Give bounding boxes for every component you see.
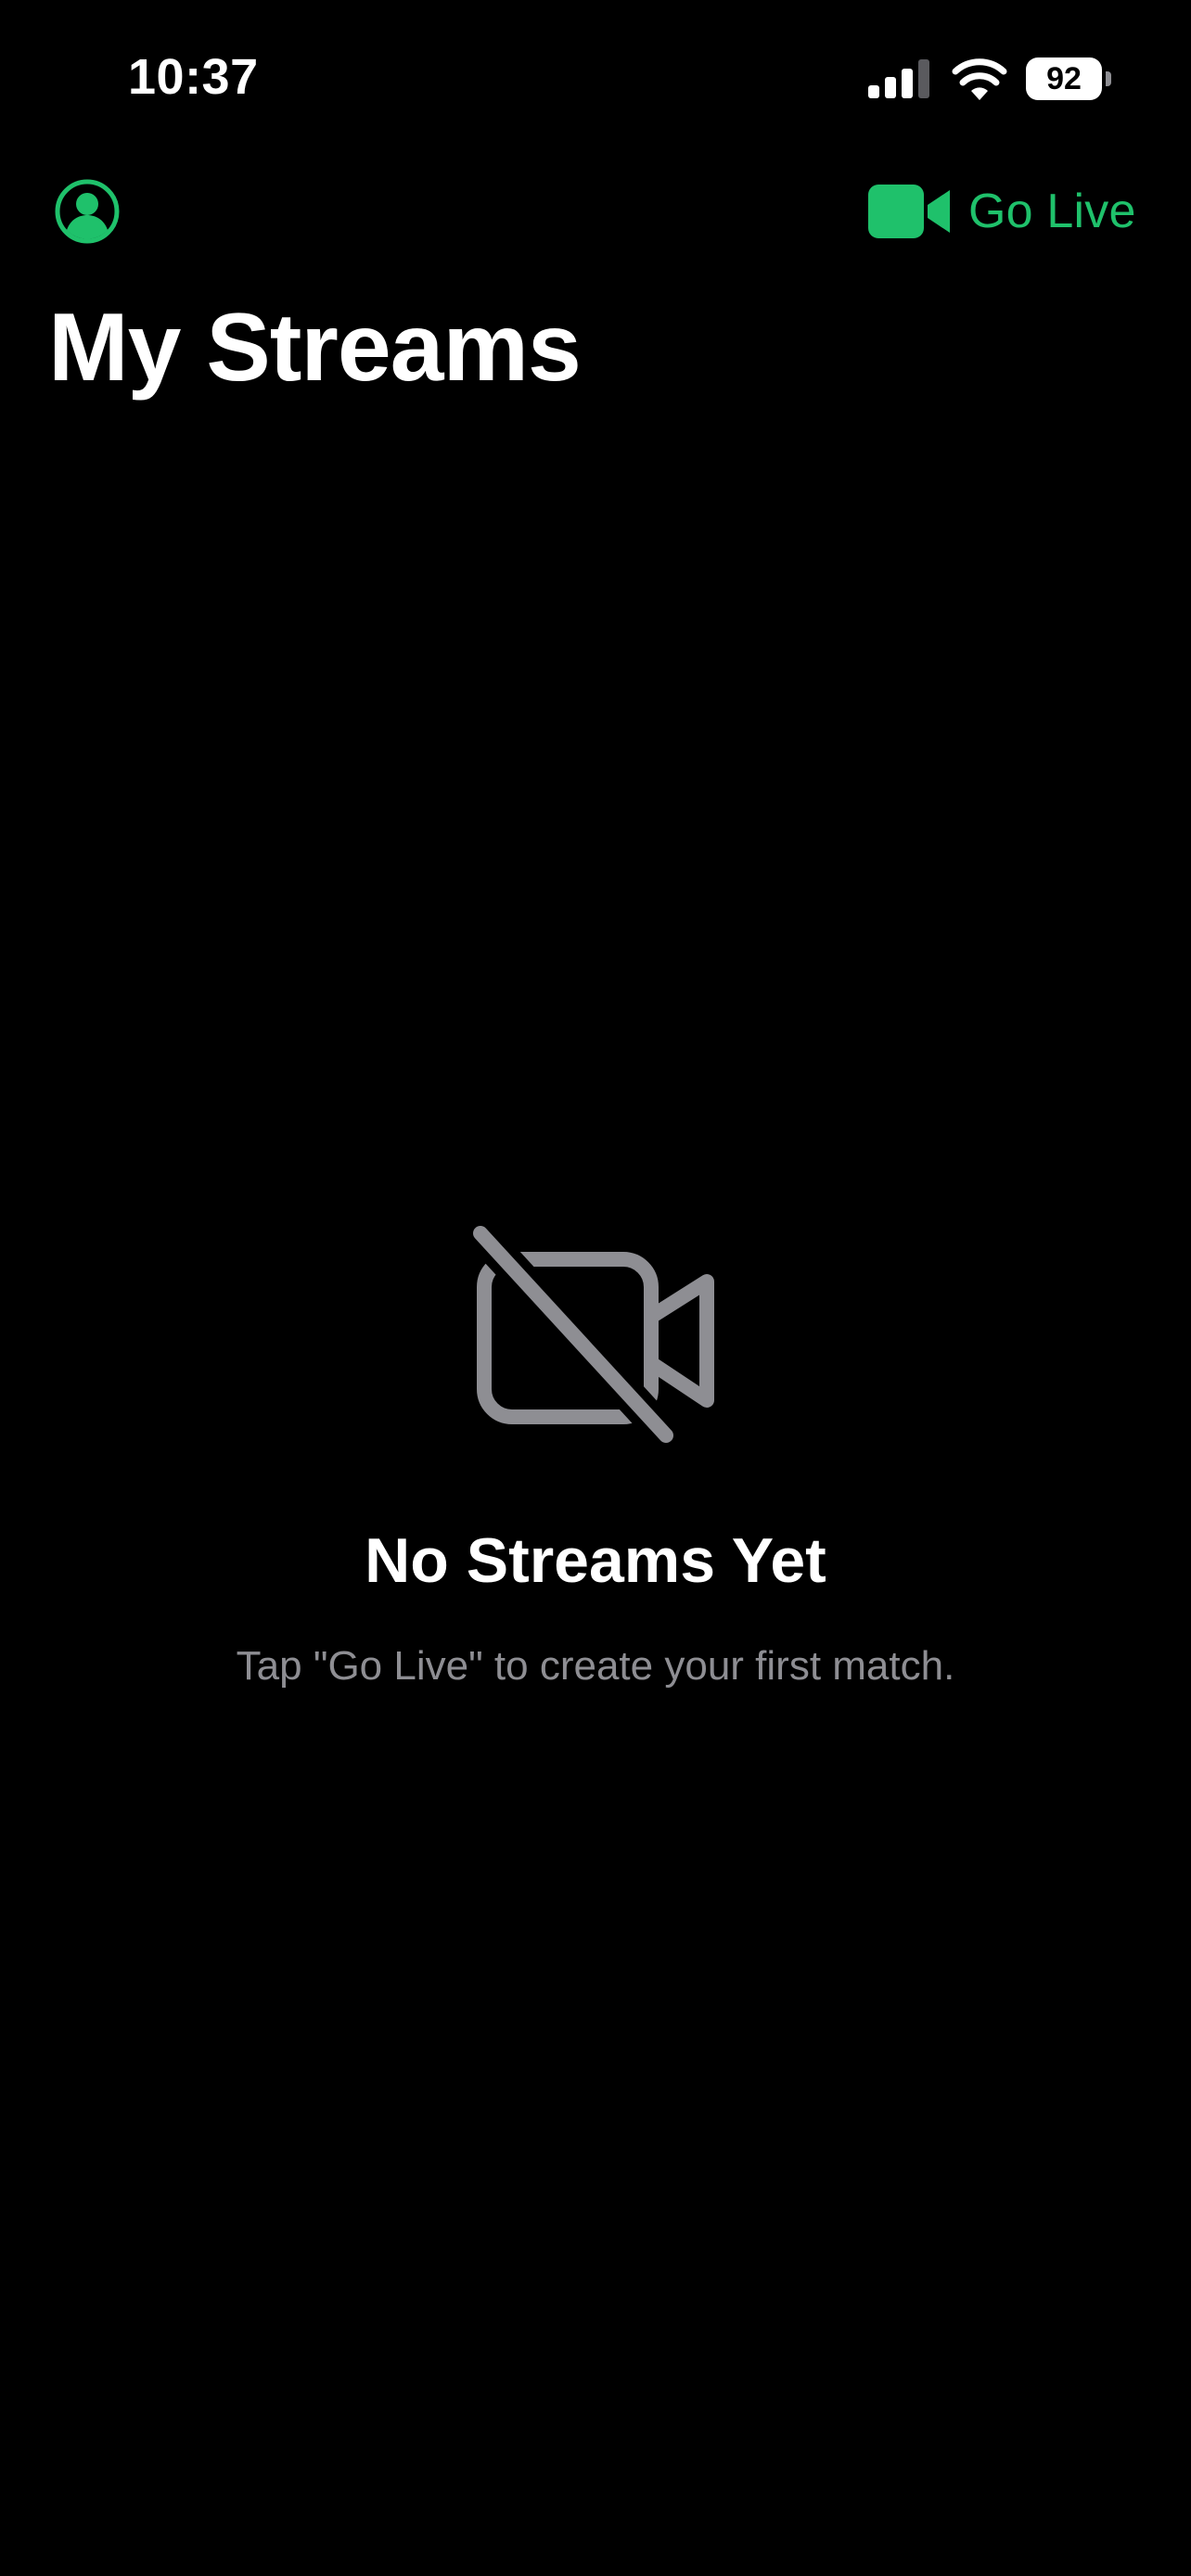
battery-cap [1106, 71, 1111, 86]
battery-indicator: 92 [1026, 57, 1111, 100]
go-live-button[interactable]: Go Live [868, 176, 1136, 247]
page-title: My Streams [48, 294, 582, 402]
status-bar: 10:37 92 [0, 0, 1191, 158]
wifi-icon [952, 58, 1007, 100]
empty-state-subtitle: Tap "Go Live" to create your first match… [236, 1643, 955, 1689]
video-camera-fill-icon [868, 185, 950, 238]
cellular-signal-icon [868, 59, 929, 98]
status-time: 10:37 [128, 49, 259, 105]
empty-state: No Streams Yet Tap "Go Live" to create y… [0, 1224, 1191, 1690]
video-slash-icon [466, 1224, 714, 1447]
battery-level: 92 [1046, 61, 1082, 96]
person-circle-icon[interactable] [54, 178, 121, 245]
empty-state-title: No Streams Yet [365, 1525, 826, 1596]
go-live-label: Go Live [968, 185, 1136, 238]
